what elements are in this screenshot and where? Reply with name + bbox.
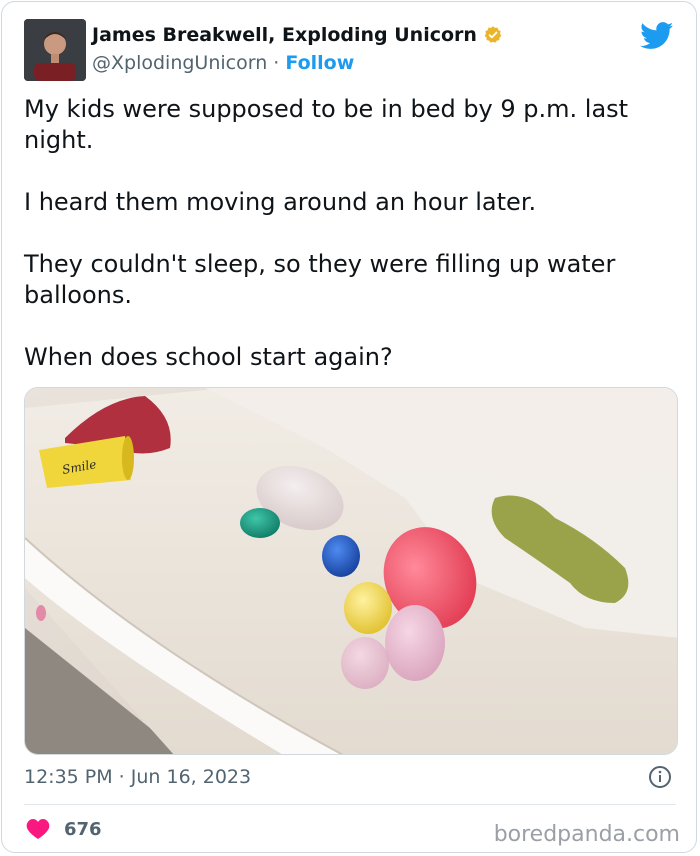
like-button[interactable]: 676 <box>26 818 102 840</box>
heart-icon <box>26 819 50 839</box>
tweet-paragraph: My kids were supposed to be in bed by 9 … <box>24 95 629 154</box>
follow-button[interactable]: Follow <box>285 52 354 74</box>
tweet-paragraph: They couldn't sleep, so they were fillin… <box>24 250 616 309</box>
avatar[interactable] <box>24 19 86 81</box>
separator: · <box>267 52 286 74</box>
verified-badge-icon <box>484 26 502 43</box>
divider <box>24 804 676 805</box>
twitter-bird-icon[interactable] <box>640 22 674 50</box>
like-count: 676 <box>64 818 102 840</box>
handle-row: @XplodingUnicorn · Follow <box>92 52 354 74</box>
author-name-row: James Breakwell, Exploding Unicorn <box>92 24 503 46</box>
watermark: boredpanda.com <box>493 822 680 847</box>
tweet-card: James Breakwell, Exploding Unicorn @Xplo… <box>1 1 697 853</box>
tweet-paragraph: When does school start again? <box>24 343 393 371</box>
author-name[interactable]: James Breakwell, Exploding Unicorn <box>92 24 477 46</box>
tweet-timestamp[interactable]: 12:35 PM · Jun 16, 2023 <box>24 766 251 788</box>
author-handle[interactable]: @XplodingUnicorn <box>92 52 267 74</box>
tweet-photo[interactable]: Smile <box>24 387 678 755</box>
tweet-text: My kids were supposed to be in bed by 9 … <box>24 94 680 404</box>
tweet-paragraph: I heard them moving around an hour later… <box>24 188 537 216</box>
info-icon[interactable] <box>648 765 672 789</box>
